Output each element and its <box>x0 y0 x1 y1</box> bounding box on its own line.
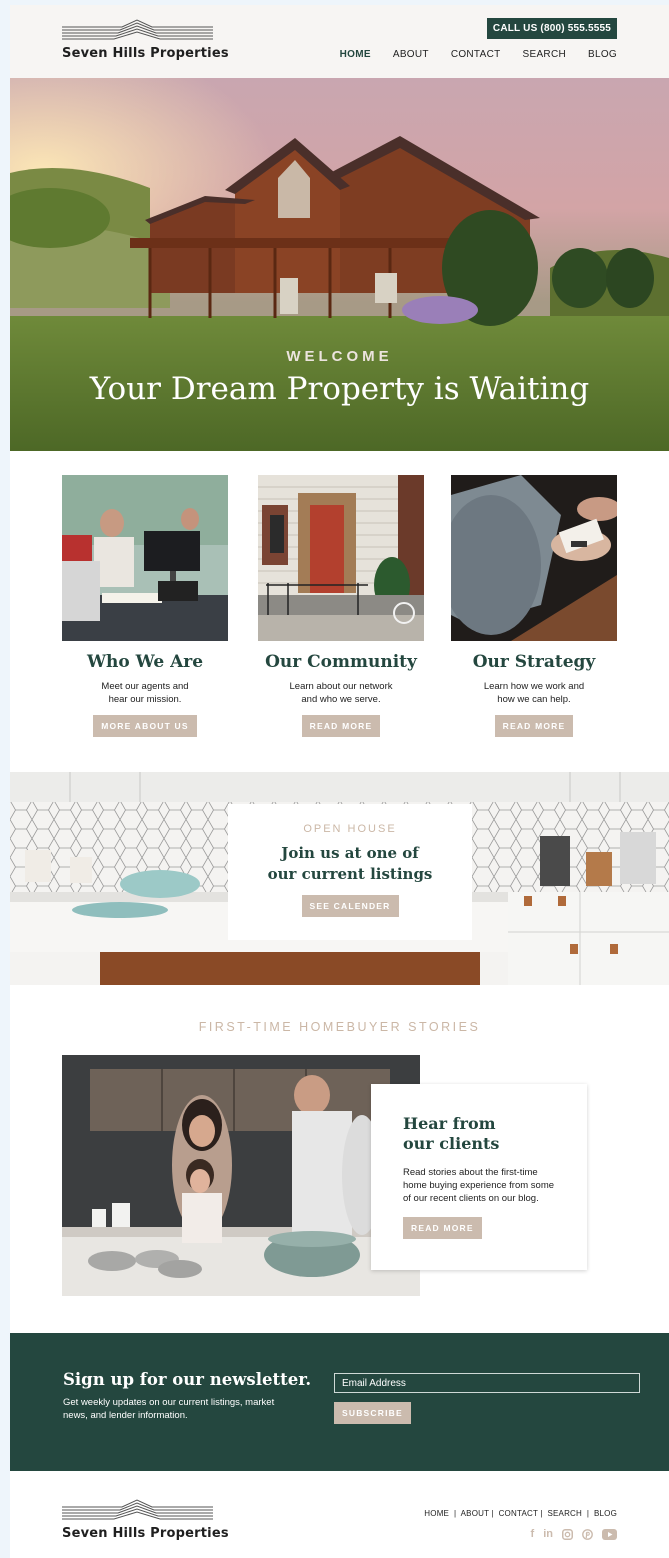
page: Seven Hills Properties CALL US (800) 555… <box>10 5 669 1558</box>
social-links: f in <box>531 1527 617 1541</box>
open-house-eyebrow: OPEN HOUSE <box>303 823 397 835</box>
nav-search[interactable]: SEARCH <box>523 49 566 60</box>
more-about-us-button[interactable]: MORE ABOUT US <box>93 715 197 737</box>
read-more-button[interactable]: READ MORE <box>494 715 574 737</box>
footer-nav[interactable]: HOME | ABOUT | CONTACT | SEARCH | BLOG <box>424 1509 617 1518</box>
clients-title: Hear from our clients <box>403 1114 500 1153</box>
open-house-card: OPEN HOUSE Join us at one of our current… <box>228 804 472 940</box>
card-text: Learn about our network and who we serve… <box>289 681 393 705</box>
open-house-section: OPEN HOUSE Join us at one of our current… <box>10 772 669 985</box>
card-title: Who We Are <box>86 652 204 672</box>
main-nav: HOME ABOUT CONTACT SEARCH BLOG <box>340 49 617 60</box>
nav-blog[interactable]: BLOG <box>588 49 617 60</box>
hero-eyebrow: WELCOME <box>286 348 393 365</box>
hero-title: Your Dream Property is Waiting <box>89 371 590 407</box>
email-field[interactable] <box>334 1373 640 1393</box>
card-our-community: Our Community Learn about our network an… <box>258 475 424 737</box>
call-us-button[interactable]: CALL US (800) 555.5555 <box>487 18 617 39</box>
nav-about[interactable]: ABOUT <box>393 49 429 60</box>
open-house-title: Join us at one of our current listings <box>267 844 433 883</box>
site-header: Seven Hills Properties CALL US (800) 555… <box>10 5 669 78</box>
card-title: Our Community <box>265 652 417 672</box>
card-text: Learn how we work and how we can help. <box>483 681 585 705</box>
read-more-button[interactable]: READ MORE <box>403 1217 482 1239</box>
site-footer: Seven Hills Properties HOME | ABOUT | CO… <box>10 1471 669 1558</box>
newsletter-section: Sign up for our newsletter. Get weekly u… <box>10 1333 669 1471</box>
stories-section-title: FIRST-TIME HOMEBUYER STORIES <box>198 1020 481 1034</box>
office-photo <box>62 475 228 641</box>
subscribe-button[interactable]: SUBSCRIBE <box>334 1402 411 1424</box>
pinterest-icon[interactable] <box>582 1527 593 1541</box>
logo-text: Seven Hills Properties <box>62 1526 229 1541</box>
youtube-icon[interactable] <box>602 1527 617 1541</box>
logo-text: Seven Hills Properties <box>62 46 229 61</box>
facebook-icon[interactable]: f <box>531 1527 535 1541</box>
newsletter-text: Get weekly updates on our current listin… <box>63 1397 275 1421</box>
site-logo[interactable]: Seven Hills Properties <box>62 19 229 61</box>
nav-home[interactable]: HOME <box>340 49 371 60</box>
nav-contact[interactable]: CONTACT <box>451 49 501 60</box>
hero-banner: WELCOME Your Dream Property is Waiting <box>10 78 669 451</box>
see-calender-button[interactable]: SEE CALENDER <box>301 895 399 917</box>
card-text: Meet our agents and hear our mission. <box>101 681 189 705</box>
clients-text: Read stories about the first-time home b… <box>403 1167 555 1204</box>
meeting-photo <box>451 475 617 641</box>
footer-logo[interactable]: Seven Hills Properties <box>62 1499 229 1541</box>
family-kitchen-photo <box>62 1055 420 1296</box>
instagram-icon[interactable] <box>562 1527 573 1541</box>
front-door-photo <box>258 475 424 641</box>
card-our-strategy: Our Strategy Learn how we work and how w… <box>451 475 617 737</box>
logo-mark-icon <box>62 19 213 40</box>
linkedin-icon[interactable]: in <box>543 1527 553 1541</box>
clients-card: Hear from our clients Read stories about… <box>371 1084 587 1270</box>
read-more-button[interactable]: READ MORE <box>301 715 381 737</box>
card-title: Our Strategy <box>472 652 596 672</box>
newsletter-title: Sign up for our newsletter. <box>63 1370 312 1389</box>
card-who-we-are: Who We Are Meet our agents and hear our … <box>62 475 228 737</box>
logo-mark-icon <box>62 1499 213 1520</box>
